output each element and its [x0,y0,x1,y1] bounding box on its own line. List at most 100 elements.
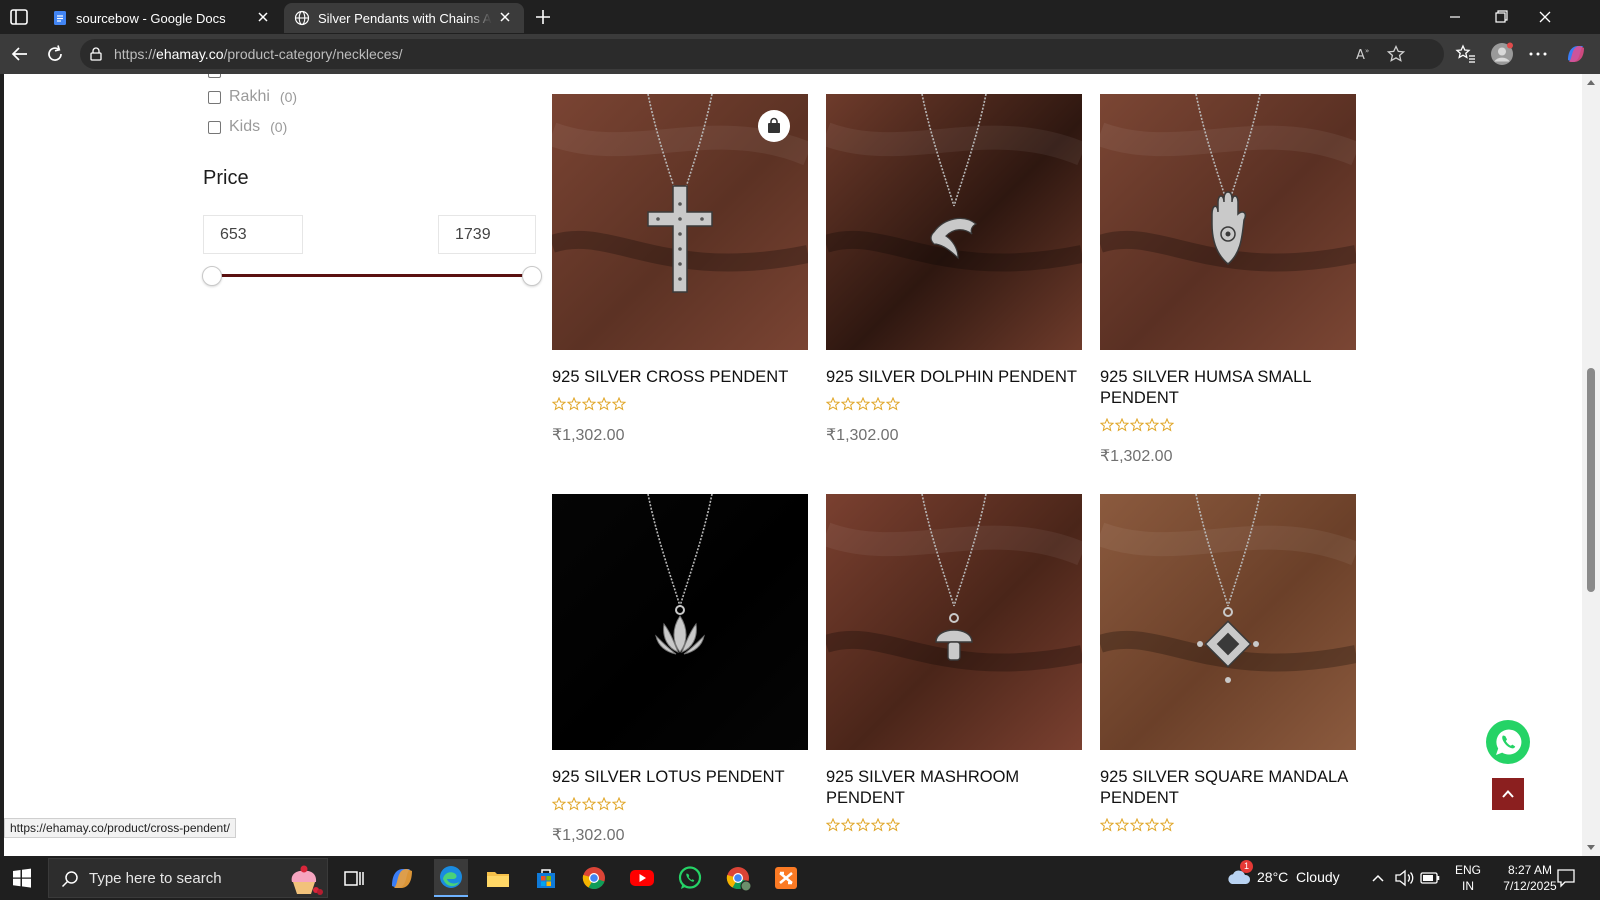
price-max-input[interactable]: 1739 [438,215,536,254]
filter-kids[interactable]: Kids (0) [208,116,287,138]
edge-app-icon[interactable] [434,859,468,897]
filter-count: (0) [279,89,298,105]
product-card[interactable]: 925 SILVER MASHROOM PENDENT [825,494,1082,834]
kids-checkbox[interactable] [208,120,221,134]
windows-taskbar: Type here to search 1 28°C Cloudy ENG IN… [0,856,1600,900]
product-name[interactable]: 925 SILVER CROSS PENDENT [552,367,808,388]
price-slider-max-handle[interactable] [522,266,542,286]
tab-google-docs[interactable]: sourcebow - Google Docs [42,3,282,33]
product-name[interactable]: 925 SILVER SQUARE MANDALA PENDENT [1100,767,1356,809]
rating-stars [1099,817,1356,834]
scroll-to-top-button[interactable] [1492,778,1524,810]
battery-icon[interactable] [1420,871,1440,885]
svg-text:A: A [1356,48,1365,63]
filter-checkbox-row-partial[interactable] [208,74,229,82]
product-price: ₹1,302.00 [552,427,625,444]
rating-star-icon [1144,817,1160,832]
product-name[interactable]: 925 SILVER LOTUS PENDENT [552,767,808,788]
product-name[interactable]: 925 SILVER HUMSA SMALL PENDENT [1100,367,1356,409]
copilot-app-icon[interactable] [386,862,418,894]
chevron-up-icon [1502,790,1514,798]
scroll-down-arrow-icon[interactable] [1586,844,1596,852]
close-tab-icon[interactable] [254,8,272,26]
url-text[interactable]: https://ehamay.co/product-category/neckl… [114,46,402,62]
chrome-icon[interactable] [578,862,610,894]
product-image[interactable] [552,494,808,750]
product-image[interactable] [826,494,1082,750]
rating-star-icon [1114,417,1130,432]
close-window-icon[interactable] [1530,5,1560,29]
notifications-icon[interactable] [1556,868,1576,888]
product-card[interactable]: 925 SILVER SQUARE MANDALA PENDENT [1099,494,1356,834]
url-bar[interactable]: https://ehamay.co/product-category/neckl… [80,39,1444,69]
language-code: ENG [1454,863,1481,877]
rating-star-icon [825,817,841,832]
filter-checkbox[interactable] [208,74,221,78]
copilot-icon[interactable] [1564,42,1588,66]
refresh-icon[interactable] [43,42,67,66]
show-hidden-icons-chevron-icon[interactable] [1370,870,1386,886]
product-name[interactable]: 925 SILVER MASHROOM PENDENT [826,767,1082,809]
new-tab-icon[interactable] [532,6,554,28]
minimize-icon[interactable] [1440,5,1470,29]
windows-start-icon[interactable] [12,868,32,888]
product-card[interactable]: 925 SILVER LOTUS PENDENT ₹1,302.00 [551,494,808,845]
lock-icon[interactable] [88,46,104,62]
scrollbar-thumb[interactable] [1587,368,1595,592]
search-placeholder: Type here to search [89,870,222,887]
whatsapp-app-icon[interactable] [674,862,706,894]
xampp-icon[interactable] [770,862,802,894]
rating-star-icon [1099,417,1115,432]
price-min-input[interactable]: 653 [203,215,303,254]
shopping-bag-icon [768,117,780,133]
rakhi-checkbox[interactable] [208,90,221,104]
restore-icon[interactable] [1486,5,1516,29]
weather-widget[interactable]: 1 28°C Cloudy [1226,856,1356,900]
rating-star-icon [885,396,901,411]
profile-avatar-icon[interactable] [1490,42,1514,66]
more-options-icon[interactable] [1526,42,1550,66]
link-status-tooltip: https://ehamay.co/product/cross-pendent/ [4,818,236,838]
tab-silver-pendants[interactable]: Silver Pendants with Chains Archives [284,3,524,33]
product-price: ₹1,302.00 [826,427,899,444]
dolphin-pendant-photo [826,94,1082,350]
price-slider-min-handle[interactable] [202,266,222,286]
product-image[interactable] [1100,494,1356,750]
taskbar-search-box[interactable]: Type here to search [48,858,328,898]
product-card[interactable]: 925 SILVER CROSS PENDENT ₹1,302.00 [551,94,808,445]
volume-icon[interactable] [1394,869,1414,887]
favorite-star-icon[interactable] [1386,44,1406,64]
whatsapp-chat-button[interactable] [1484,718,1532,766]
rating-star-icon [825,396,841,411]
filter-rakhi[interactable]: Rakhi (0) [208,86,297,108]
filter-count: (0) [270,119,288,135]
rating-star-icon [885,817,901,832]
back-icon[interactable] [8,42,32,66]
rating-star-icon [551,796,567,811]
product-name[interactable]: 925 SILVER DOLPHIN PENDENT [826,367,1082,388]
language-indicator[interactable]: ENG IN [1450,856,1486,900]
youtube-icon[interactable] [626,862,658,894]
product-image[interactable] [826,94,1082,350]
tab-actions-icon[interactable] [8,7,30,27]
read-aloud-icon[interactable]: A» [1354,44,1374,64]
price-slider-track[interactable] [212,274,536,277]
product-card[interactable]: 925 SILVER HUMSA SMALL PENDENT ₹1,302.00 [1099,94,1356,466]
product-image[interactable] [1100,94,1356,350]
scroll-up-arrow-icon[interactable] [1586,78,1596,86]
rating-star-icon [611,796,627,811]
file-explorer-icon[interactable] [482,862,514,894]
close-tab-icon[interactable] [496,8,514,26]
product-price: ₹1,302.00 [552,827,625,844]
chrome-profile-icon[interactable] [722,862,754,894]
rating-star-icon [566,396,582,411]
add-to-cart-button[interactable] [758,110,790,142]
task-view-icon[interactable] [338,862,370,894]
favorites-icon[interactable] [1454,42,1478,66]
rating-star-icon [566,796,582,811]
microsoft-store-icon[interactable] [530,862,562,894]
product-card[interactable]: 925 SILVER DOLPHIN PENDENT ₹1,302.00 [825,94,1082,445]
search-highlight-cupcake-icon [291,865,323,895]
page-scrollbar[interactable] [1582,74,1600,856]
rating-star-icon [1129,817,1145,832]
